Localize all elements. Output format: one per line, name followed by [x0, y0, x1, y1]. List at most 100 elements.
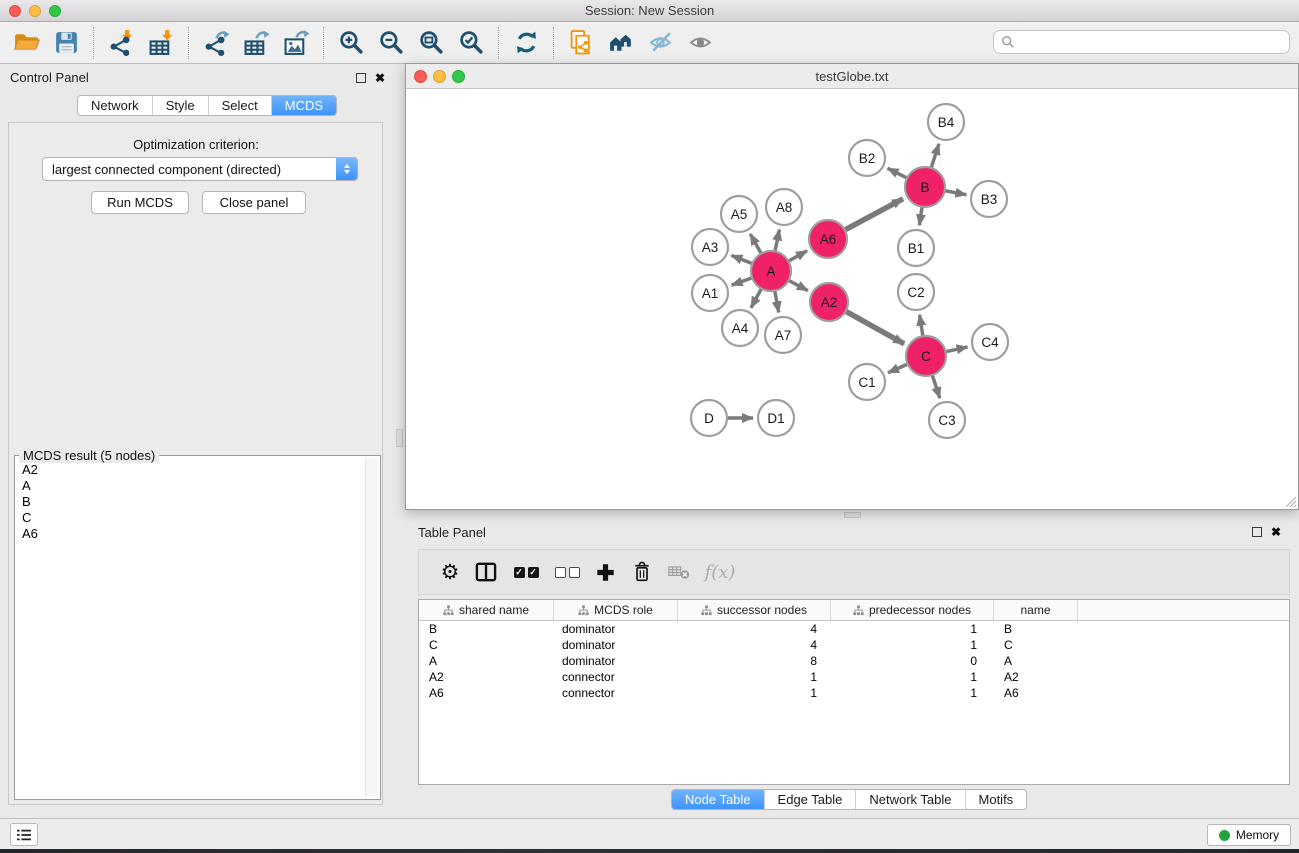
vertical-splitter-handle[interactable]: [396, 429, 403, 447]
float-panel-icon[interactable]: [356, 73, 366, 83]
close-panel-icon[interactable]: ✖: [375, 72, 385, 84]
column-header-name[interactable]: name: [994, 600, 1078, 620]
select-all-rows-button[interactable]: ✓ ✓: [505, 554, 547, 590]
result-item[interactable]: B: [22, 494, 363, 510]
tab-node-table[interactable]: Node Table: [672, 790, 764, 809]
tab-mcds[interactable]: MCDS: [271, 96, 336, 115]
search-input[interactable]: [1015, 35, 1289, 50]
edge-B-B3[interactable]: [943, 190, 967, 194]
result-scrollbar[interactable]: [365, 459, 378, 796]
node-table: shared nameMCDS rolesuccessor nodesprede…: [418, 599, 1290, 785]
column-type-icon: [443, 605, 454, 616]
edge-A-A3[interactable]: [731, 255, 754, 264]
minimize-window-button[interactable]: [29, 5, 41, 17]
table-row[interactable]: A2connector11A2: [419, 669, 1289, 685]
open-file-button[interactable]: [6, 25, 46, 61]
edge-B-B4[interactable]: [931, 144, 939, 170]
result-item[interactable]: A: [22, 478, 363, 494]
import-network-button[interactable]: [101, 25, 141, 61]
table-row[interactable]: Cdominator41C: [419, 637, 1289, 653]
zoom-network-button[interactable]: [452, 70, 465, 83]
edge-C-C1[interactable]: [888, 363, 909, 372]
deselect-all-rows-button[interactable]: [547, 554, 587, 590]
tab-select[interactable]: Select: [208, 96, 271, 115]
edge-C-C2[interactable]: [920, 315, 924, 338]
run-mcds-button[interactable]: Run MCDS: [91, 191, 189, 214]
refresh-view-button[interactable]: [506, 25, 546, 61]
close-window-button[interactable]: [9, 5, 21, 17]
edge-A2-C[interactable]: [844, 310, 904, 344]
edge-A-A2[interactable]: [787, 279, 808, 290]
criterion-value: largest connected component (directed): [43, 162, 336, 177]
export-table-button[interactable]: [236, 25, 276, 61]
table-cell: dominator: [554, 638, 678, 652]
show-all-networks-button[interactable]: [601, 25, 641, 61]
zoom-out-button[interactable]: [371, 25, 411, 61]
tab-network-table[interactable]: Network Table: [855, 790, 964, 809]
save-session-button[interactable]: [46, 25, 86, 61]
delete-table-button[interactable]: [661, 554, 697, 590]
memory-button[interactable]: Memory: [1207, 824, 1291, 846]
function-builder-button[interactable]: f(x): [697, 554, 743, 590]
column-header-MCDS-role[interactable]: MCDS role: [554, 600, 678, 620]
toolbar-separator: [553, 27, 554, 59]
zoom-window-button[interactable]: [49, 5, 61, 17]
column-type-icon: [701, 605, 712, 616]
tab-style[interactable]: Style: [152, 96, 208, 115]
horizontal-splitter-handle[interactable]: [844, 512, 861, 518]
table-settings-button[interactable]: ⚙: [433, 554, 467, 590]
edge-A-A7[interactable]: [774, 289, 778, 313]
new-network-from-file-button[interactable]: [561, 25, 601, 61]
column-header-successor-nodes[interactable]: successor nodes: [678, 600, 831, 620]
result-item[interactable]: C: [22, 510, 363, 526]
resize-grip-icon[interactable]: [1283, 494, 1297, 508]
minimize-network-button[interactable]: [433, 70, 446, 83]
network-window-titlebar[interactable]: testGlobe.txt: [406, 64, 1298, 89]
edge-A-A5[interactable]: [750, 234, 762, 255]
result-item[interactable]: A2: [22, 462, 363, 478]
tab-network[interactable]: Network: [78, 96, 152, 115]
task-history-button[interactable]: [10, 823, 38, 846]
table-row[interactable]: Bdominator41B: [419, 621, 1289, 637]
table-cell: 1: [831, 638, 994, 652]
columns-icon: [475, 562, 497, 582]
edge-A-A4[interactable]: [751, 287, 762, 308]
tab-motifs[interactable]: Motifs: [965, 790, 1027, 809]
close-network-button[interactable]: [414, 70, 427, 83]
import-table-button[interactable]: [141, 25, 181, 61]
table-row[interactable]: A6connector11A6: [419, 685, 1289, 701]
column-header-predecessor-nodes[interactable]: predecessor nodes: [831, 600, 994, 620]
show-hidden-button[interactable]: [681, 25, 721, 61]
zoom-fit-button[interactable]: [411, 25, 451, 61]
memory-status-icon: [1219, 830, 1230, 841]
network-canvas[interactable]: B4B2BB3A5A8A6A3B1AA1C2A2A4A7CC4C1C3DD1: [406, 89, 1298, 509]
tab-edge-table[interactable]: Edge Table: [764, 790, 856, 809]
control-panel-title: Control Panel: [10, 70, 89, 85]
edge-C-C3[interactable]: [932, 373, 940, 398]
export-network-button[interactable]: [196, 25, 236, 61]
show-columns-button[interactable]: [467, 554, 505, 590]
table-row[interactable]: Adominator80A: [419, 653, 1289, 669]
create-column-button[interactable]: [587, 554, 623, 590]
zoom-fit-icon: [418, 29, 445, 56]
edge-B-B2[interactable]: [888, 168, 909, 179]
float-panel-icon[interactable]: [1252, 527, 1262, 537]
network-graph[interactable]: B4B2BB3A5A8A6A3B1AA1C2A2A4A7CC4C1C3DD1: [406, 89, 1298, 509]
edge-A6-B[interactable]: [843, 199, 903, 231]
hide-selected-button[interactable]: [641, 25, 681, 61]
close-panel-button[interactable]: Close panel: [202, 191, 306, 214]
houses-icon: [608, 29, 635, 56]
export-image-button[interactable]: [276, 25, 316, 61]
edge-A-A6[interactable]: [787, 251, 807, 262]
edge-C-C4[interactable]: [944, 347, 968, 352]
result-item[interactable]: A6: [22, 526, 363, 542]
zoom-in-button[interactable]: [331, 25, 371, 61]
zoom-selected-button[interactable]: [451, 25, 491, 61]
import-table-icon: [148, 29, 175, 56]
close-panel-icon[interactable]: ✖: [1271, 526, 1281, 538]
edge-A-A8[interactable]: [775, 230, 780, 254]
column-header-shared-name[interactable]: shared name: [419, 600, 554, 620]
edge-A-A1[interactable]: [732, 277, 754, 285]
criterion-dropdown[interactable]: largest connected component (directed): [42, 157, 358, 181]
delete-column-button[interactable]: [623, 554, 661, 590]
